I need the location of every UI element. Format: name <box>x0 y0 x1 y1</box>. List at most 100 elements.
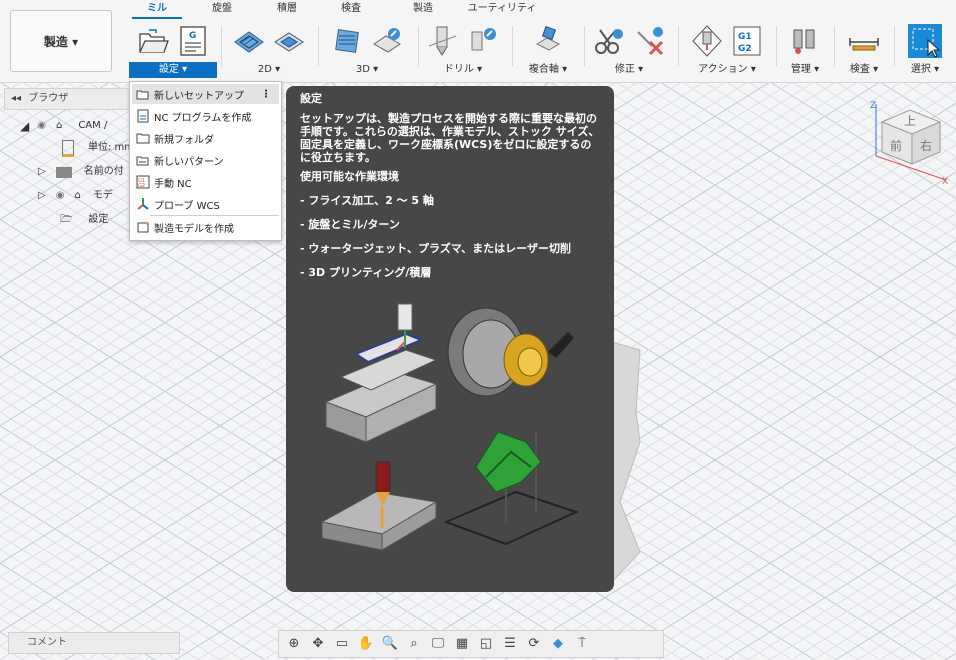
orbit-icon[interactable]: ✥ <box>307 634 329 654</box>
tree-row-named-views[interactable]: ▷ 名前の付 <box>38 162 124 182</box>
folder-setup-icon <box>136 90 149 100</box>
multi-axis-dropdown-label[interactable]: 複合軸 ▾ <box>516 62 580 78</box>
tooltip-env-item: - 3D プリンティング/積層 <box>300 266 432 279</box>
manage-dropdown-label[interactable]: 管理 ▾ <box>780 62 830 78</box>
tab-bar: ミル 旋盤 積層 検査 製造 ユーティリティ <box>128 0 544 19</box>
svg-text:G: G <box>189 31 196 41</box>
separator <box>512 26 513 66</box>
fit-icon[interactable]: ⌕ <box>403 634 425 654</box>
grid-icon[interactable]: ▦ <box>451 634 473 654</box>
2d-group[interactable]: 2D ▾ <box>226 20 312 80</box>
look-at-icon[interactable]: ▭ <box>331 634 353 654</box>
viewports-icon[interactable]: ◱ <box>475 634 497 654</box>
eye-icon[interactable]: ◉ <box>37 116 46 136</box>
additive-illustration <box>443 431 579 546</box>
tab-utilities[interactable]: ユーティリティ <box>460 0 544 18</box>
menu-item-new-pattern[interactable]: 新しいパターン <box>132 150 279 170</box>
folder-setup-icon: 🗁 <box>60 214 73 225</box>
tree-row-units[interactable]: 単位: mm <box>62 138 134 158</box>
3d-group[interactable]: 3D ▾ <box>322 20 412 80</box>
menu-item-label: 新規フォルダ <box>154 134 214 146</box>
drill-group[interactable]: ドリル ▾ <box>420 20 506 80</box>
tooltip-env-item: - フライス加工、2 〜 5 軸 <box>300 194 434 207</box>
more-options-icon[interactable]: ⋮ <box>261 89 271 100</box>
expand-icon[interactable]: ▷ <box>38 162 46 182</box>
delete-toolpath-icon <box>637 27 664 56</box>
manage-group[interactable]: 管理 ▾ <box>780 20 830 80</box>
inspect-group[interactable]: 検査 ▾ <box>838 20 890 80</box>
view-cube-front[interactable]: 前 <box>890 138 902 153</box>
tool-display-icon[interactable]: ⍑ <box>571 634 593 654</box>
tab-turning[interactable]: 旋盤 <box>186 0 258 18</box>
separator <box>894 26 895 66</box>
navigation-bar: ⊕ ✥ ▭ ✋ 🔍 ⌕ 🖵 ▦ ◱ ☰ ⟳ ◆ ⍑ <box>278 630 664 658</box>
expand-icon[interactable]: ▷ <box>38 186 46 206</box>
drill-icon <box>428 26 457 56</box>
workspace-switcher[interactable]: 製造 ▾ <box>10 10 112 72</box>
zoom-icon[interactable]: 🔍 <box>379 634 401 654</box>
menu-item-probe-wcs[interactable]: プローブ WCS <box>132 194 279 214</box>
tab-additive[interactable]: 積層 <box>258 0 316 18</box>
menu-item-manual-nc[interactable]: G1 G2 手動 NC <box>132 172 279 192</box>
tooltip-illustration <box>320 303 579 551</box>
tree-label: 名前の付 <box>83 166 124 177</box>
2d-dropdown-label[interactable]: 2D ▾ <box>226 62 312 78</box>
setup-group[interactable]: G 設定 ▾ <box>129 20 217 80</box>
add-icon[interactable]: ⊕ <box>283 634 305 654</box>
comment-bar[interactable]: コメント <box>8 632 180 654</box>
menu-item-label: NC プログラムを作成 <box>154 112 252 124</box>
tree-row-setup[interactable]: 🗁 設定 <box>60 210 108 230</box>
collapse-icon[interactable]: ◂◂ <box>5 93 21 104</box>
tooltip-env-heading: 使用可能な作業環境 <box>300 170 399 183</box>
2d-adaptive-icon <box>234 31 264 53</box>
tree-label: CAM / <box>78 120 108 131</box>
tab-inspection[interactable]: 検査 <box>316 0 386 18</box>
refresh-icon[interactable]: ⟳ <box>523 634 545 654</box>
select-dropdown-label[interactable]: 選択 ▾ <box>898 62 952 78</box>
separator <box>776 26 777 66</box>
tree-row-models[interactable]: ▷ ◉ ⌂ モデ <box>38 186 113 206</box>
menu-item-label: 製造モデルを作成 <box>154 223 234 235</box>
setup-tooltip: 設定 セットアップは、製造プロセスを開始する際に重要な最初の手順です。これらの選… <box>286 86 614 592</box>
separator <box>418 26 419 66</box>
component-icon: ⌂ <box>74 190 81 201</box>
2d-pocket-icon <box>274 32 304 52</box>
separator <box>318 26 319 66</box>
inspect-dropdown-label[interactable]: 検査 ▾ <box>838 62 890 78</box>
modify-group[interactable]: 修正 ▾ <box>588 20 670 80</box>
menu-item-new-setup[interactable]: 新しいセットアップ ⋮ <box>132 84 279 104</box>
view-cube-right[interactable]: 右 <box>920 138 932 153</box>
display-settings-icon[interactable]: 🖵 <box>427 634 449 654</box>
tab-mill[interactable]: ミル <box>128 0 186 19</box>
tooltip-env-item: - 旋盤とミル/ターン <box>300 218 400 231</box>
pan-icon[interactable]: ✋ <box>355 634 377 654</box>
select-group[interactable]: 選択 ▾ <box>898 20 952 80</box>
view-cube[interactable]: 上 前 右 Z X <box>862 96 952 186</box>
drill-dropdown-label[interactable]: ドリル ▾ <box>420 62 506 78</box>
eye-icon[interactable]: ◉ <box>56 186 65 206</box>
menu-item-new-folder[interactable]: 新規フォルダ <box>132 128 279 148</box>
tree-label: 設定 <box>88 214 109 225</box>
material-icon[interactable]: ◆ <box>547 634 569 654</box>
milling-illustration <box>324 303 438 443</box>
modify-dropdown-label[interactable]: 修正 ▾ <box>588 62 670 78</box>
select-icon <box>908 24 942 58</box>
scissors-icon <box>595 29 623 54</box>
setup-dropdown-label[interactable]: 設定 ▾ <box>129 62 217 78</box>
browser-header[interactable]: ◂◂ ブラウザ <box>4 88 131 110</box>
expand-icon[interactable]: ◢ <box>20 116 29 136</box>
menu-item-nc-program[interactable]: NC プログラムを作成 <box>132 106 279 126</box>
tab-fabrication[interactable]: 製造 <box>386 0 460 18</box>
3d-dropdown-label[interactable]: 3D ▾ <box>322 62 412 78</box>
actions-group[interactable]: G1 G2 アクション ▾ <box>684 20 770 80</box>
tree-row-root[interactable]: ◢ ◉ ⌂ CAM / <box>20 116 107 136</box>
view-cube-top[interactable]: 上 <box>904 114 916 128</box>
separator <box>221 26 222 66</box>
menu-item-manufacturing-model[interactable]: 製造モデルを作成 <box>132 217 279 237</box>
actions-dropdown-label[interactable]: アクション ▾ <box>684 62 770 78</box>
folder-setup-icon <box>139 29 169 53</box>
axis-z-label: Z <box>870 101 876 111</box>
section-icon[interactable]: ☰ <box>499 634 521 654</box>
menu-item-label: 手動 NC <box>154 178 192 190</box>
multi-axis-group[interactable]: 複合軸 ▾ <box>516 20 580 80</box>
